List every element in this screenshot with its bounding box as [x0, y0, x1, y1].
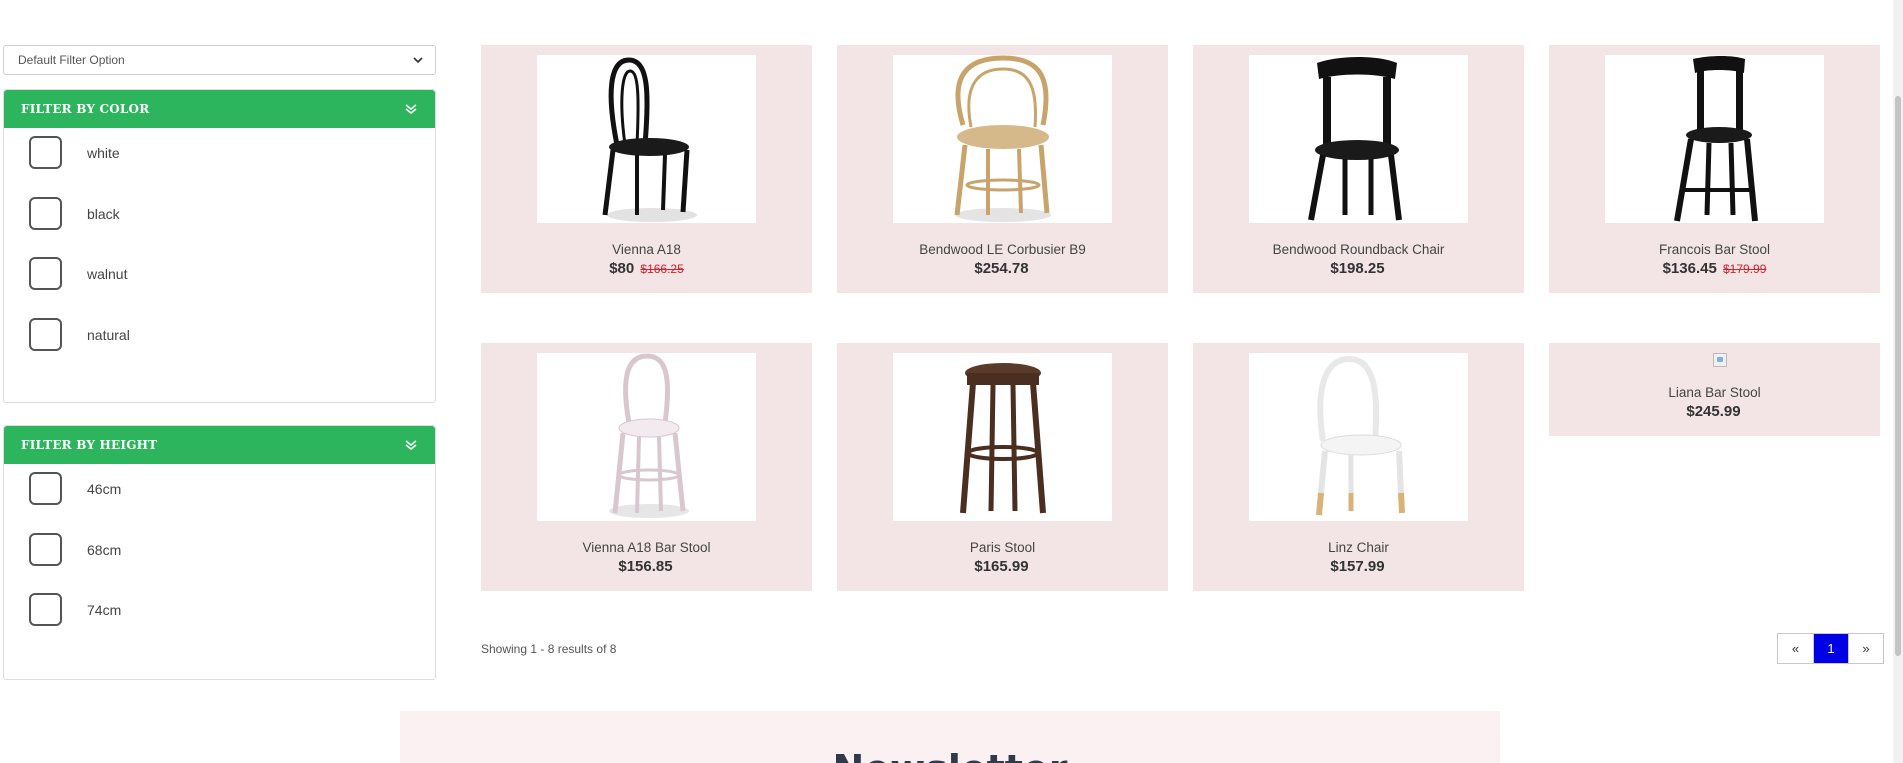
- newsletter-title: Newsletter: [400, 747, 1500, 763]
- option-label: white: [87, 145, 120, 161]
- color-filter-title: FILTER BY COLOR: [21, 102, 150, 116]
- checkbox[interactable]: [29, 196, 62, 230]
- product-name[interactable]: Vienna A18: [481, 242, 812, 257]
- old-price: $166.25: [640, 262, 684, 276]
- current-price: $80: [609, 260, 635, 277]
- roundback-chair-black-icon: [1308, 57, 1402, 221]
- option-label: 46cm: [87, 481, 122, 497]
- current-price: $157.99: [1330, 558, 1385, 575]
- current-price: $156.85: [618, 558, 673, 575]
- bar-stool-black-icon: [1674, 56, 1758, 222]
- broken-image-icon[interactable]: [1713, 353, 1727, 367]
- product-image[interactable]: [893, 55, 1112, 223]
- product-image[interactable]: [1249, 353, 1468, 521]
- filter-select[interactable]: Default Filter Option: [3, 45, 436, 75]
- armchair-natural-icon: [954, 55, 1051, 222]
- product-image[interactable]: [537, 353, 756, 521]
- current-price: $136.45: [1662, 260, 1717, 277]
- product-price: $254.78: [837, 260, 1168, 277]
- product-name[interactable]: Linz Chair: [1193, 540, 1524, 555]
- product-card[interactable]: Bendwood LE Corbusier B9 $254.78: [837, 45, 1168, 293]
- newsletter-section: Newsletter: [400, 711, 1500, 763]
- product-name[interactable]: Paris Stool: [837, 540, 1168, 555]
- product-price: $165.99: [837, 558, 1168, 575]
- checkbox[interactable]: [29, 136, 62, 169]
- product-price: $156.85: [481, 558, 812, 575]
- product-card[interactable]: Linz Chair $157.99: [1193, 343, 1524, 591]
- bar-stool-white-icon: [609, 353, 689, 518]
- color-option-walnut: walnut: [4, 249, 435, 310]
- color-option-white: white: [4, 128, 435, 189]
- color-filter-header[interactable]: FILTER BY COLOR: [4, 90, 435, 128]
- double-chevron-down-icon: [405, 440, 417, 450]
- current-price: $254.78: [974, 260, 1029, 277]
- product-name[interactable]: Bendwood Roundback Chair: [1193, 242, 1524, 257]
- product-price: $245.99: [1549, 403, 1880, 420]
- product-name[interactable]: Francois Bar Stool: [1549, 242, 1880, 257]
- product-price: $136.45 $179.99: [1549, 260, 1880, 277]
- color-option-black: black: [4, 189, 435, 250]
- product-image[interactable]: [893, 353, 1112, 521]
- checkbox[interactable]: [29, 532, 62, 566]
- product-card[interactable]: Vienna A18 Bar Stool $156.85: [481, 343, 812, 591]
- product-price: $198.25: [1193, 260, 1524, 277]
- pagination-prev[interactable]: «: [1778, 634, 1813, 663]
- pagination-next[interactable]: »: [1848, 634, 1883, 663]
- current-price: $245.99: [1686, 403, 1741, 420]
- height-option-68cm: 68cm: [4, 525, 435, 586]
- scrollbar-thumb[interactable]: [1895, 96, 1901, 656]
- checkbox[interactable]: [29, 593, 62, 626]
- color-option-natural: natural: [4, 310, 435, 371]
- filter-select-value: Default Filter Option: [18, 53, 125, 67]
- pagination: « 1 »: [1777, 633, 1884, 664]
- chair-white-icon: [1316, 355, 1405, 516]
- height-filter-title: FILTER BY HEIGHT: [21, 438, 158, 452]
- bentwood-chair-black-icon: [602, 57, 697, 222]
- current-price: $198.25: [1330, 260, 1385, 277]
- product-card[interactable]: Paris Stool $165.99: [837, 343, 1168, 591]
- scrollbar[interactable]: [1893, 0, 1903, 763]
- product-card[interactable]: Liana Bar Stool $245.99: [1549, 343, 1880, 436]
- product-card[interactable]: Francois Bar Stool $136.45 $179.99: [1549, 45, 1880, 293]
- product-image[interactable]: [1249, 55, 1468, 223]
- checkbox[interactable]: [29, 317, 62, 351]
- product-price: $157.99: [1193, 558, 1524, 575]
- double-chevron-down-icon: [405, 104, 417, 114]
- results-count: Showing 1 - 8 results of 8: [481, 642, 617, 656]
- product-image[interactable]: [1605, 55, 1824, 223]
- product-name[interactable]: Bendwood LE Corbusier B9: [837, 242, 1168, 257]
- current-price: $165.99: [974, 558, 1029, 575]
- pagination-page-1[interactable]: 1: [1813, 634, 1848, 663]
- option-label: walnut: [87, 266, 128, 282]
- product-card[interactable]: Vienna A18 $80 $166.25: [481, 45, 812, 293]
- stool-walnut-icon: [960, 363, 1046, 514]
- height-filter-panel: FILTER BY HEIGHT 46cm 68cm 74cm: [3, 425, 436, 680]
- option-label: black: [87, 205, 120, 222]
- height-option-74cm: 74cm: [4, 585, 435, 646]
- chevron-down-icon: [413, 57, 423, 64]
- option-label: 68cm: [87, 541, 122, 558]
- option-label: natural: [87, 326, 130, 343]
- option-label: 74cm: [87, 602, 122, 618]
- product-name[interactable]: Liana Bar Stool: [1549, 385, 1880, 400]
- height-filter-header[interactable]: FILTER BY HEIGHT: [4, 426, 435, 464]
- product-price: $80 $166.25: [481, 260, 812, 277]
- checkbox[interactable]: [29, 257, 62, 290]
- old-price: $179.99: [1723, 262, 1767, 276]
- checkbox[interactable]: [29, 472, 62, 505]
- product-card[interactable]: Bendwood Roundback Chair $198.25: [1193, 45, 1524, 293]
- product-name[interactable]: Vienna A18 Bar Stool: [481, 540, 812, 555]
- product-image[interactable]: [537, 55, 756, 223]
- color-filter-panel: FILTER BY COLOR white black walnut natur…: [3, 89, 436, 403]
- height-option-46cm: 46cm: [4, 464, 435, 525]
